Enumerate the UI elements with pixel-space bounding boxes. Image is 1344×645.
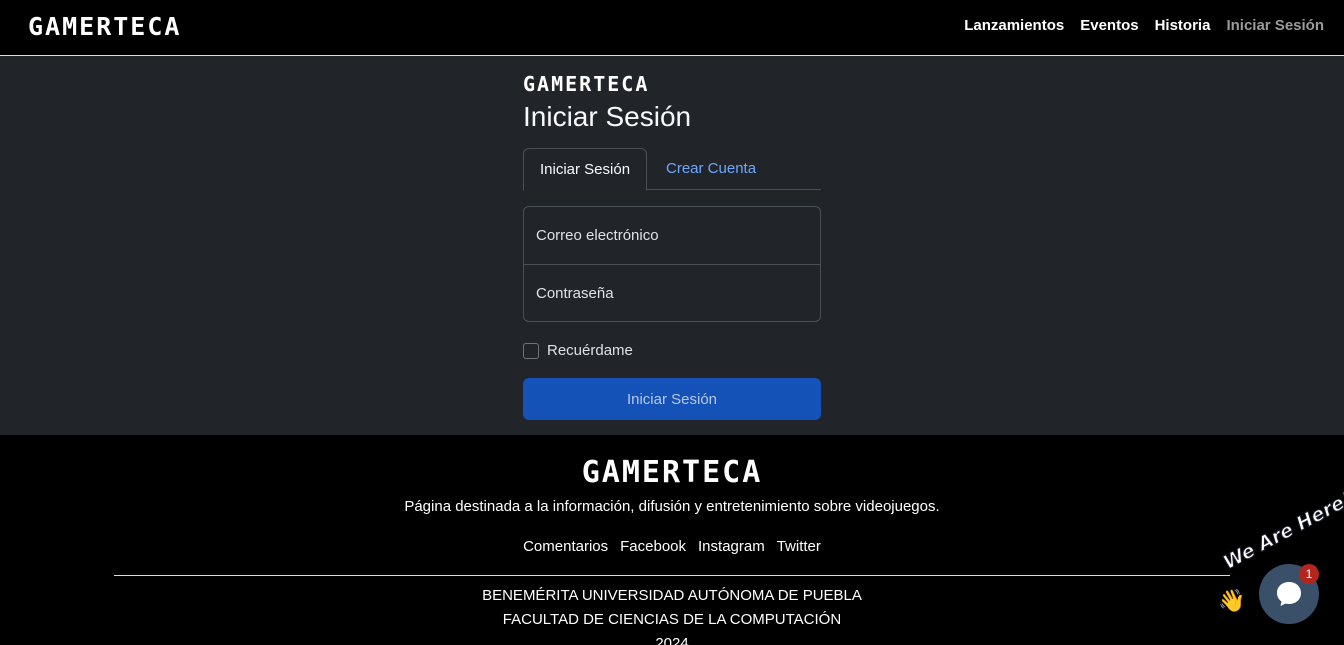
footer-links: Comentarios Facebook Instagram Twitter (0, 538, 1344, 555)
remember-checkbox[interactable] (523, 342, 539, 359)
footer-link-facebook[interactable]: Facebook (620, 538, 686, 555)
password-field[interactable] (536, 284, 808, 302)
waving-hand-icon: 👋 (1218, 588, 1246, 613)
footer-university: BENEMÉRITA UNIVERSIDAD AUTÓNOMA DE PUEBL… (482, 587, 862, 604)
remember-label[interactable]: Recuérdame (547, 342, 633, 359)
chat-bubble-icon (1277, 582, 1301, 606)
footer-brand: GAMERTECA (581, 455, 763, 490)
notification-badge: 1 (1299, 564, 1319, 584)
login-tabs: Iniciar Sesión Crear Cuenta (523, 148, 821, 191)
email-field-wrapper (524, 207, 820, 264)
login-section: GAMERTECA Iniciar Sesión Iniciar Sesión … (523, 72, 821, 420)
credentials-group (523, 206, 821, 322)
page-title: Iniciar Sesión (523, 101, 692, 132)
nav-link-eventos[interactable]: Eventos (1080, 17, 1138, 34)
chat-widget[interactable]: We Are Here! 👋 1 (1218, 487, 1344, 645)
remember-row: Recuérdame (523, 342, 821, 359)
nav-link-lanzamientos[interactable]: Lanzamientos (964, 17, 1064, 34)
nav-link-iniciar-sesion[interactable]: Iniciar Sesión (1226, 17, 1324, 34)
brand-logo[interactable]: GAMERTECA (28, 12, 181, 41)
submit-button[interactable]: Iniciar Sesión (523, 378, 821, 420)
footer-link-instagram[interactable]: Instagram (698, 538, 765, 555)
password-field-wrapper (524, 264, 820, 321)
tab-iniciar-sesion[interactable]: Iniciar Sesión (523, 148, 648, 191)
nav-link-historia[interactable]: Historia (1155, 17, 1211, 34)
footer-link-comentarios[interactable]: Comentarios (523, 538, 608, 555)
footer: GAMERTECA Página destinada a la informac… (0, 435, 1344, 645)
email-field[interactable] (536, 227, 808, 244)
footer-description: Página destinada a la información, difus… (404, 498, 940, 515)
footer-divider (114, 575, 1230, 576)
login-brand: GAMERTECA (523, 72, 650, 96)
footer-link-twitter[interactable]: Twitter (777, 538, 821, 555)
nav-links: Lanzamientos Eventos Historia Iniciar Se… (964, 17, 1324, 34)
footer-faculty: FACULTAD DE CIENCIAS DE LA COMPUTACIÓN (502, 611, 842, 628)
navbar: GAMERTECA Lanzamientos Eventos Historia … (0, 0, 1344, 56)
footer-year: 2024 (655, 635, 689, 645)
tab-crear-cuenta[interactable]: Crear Cuenta (650, 148, 772, 190)
